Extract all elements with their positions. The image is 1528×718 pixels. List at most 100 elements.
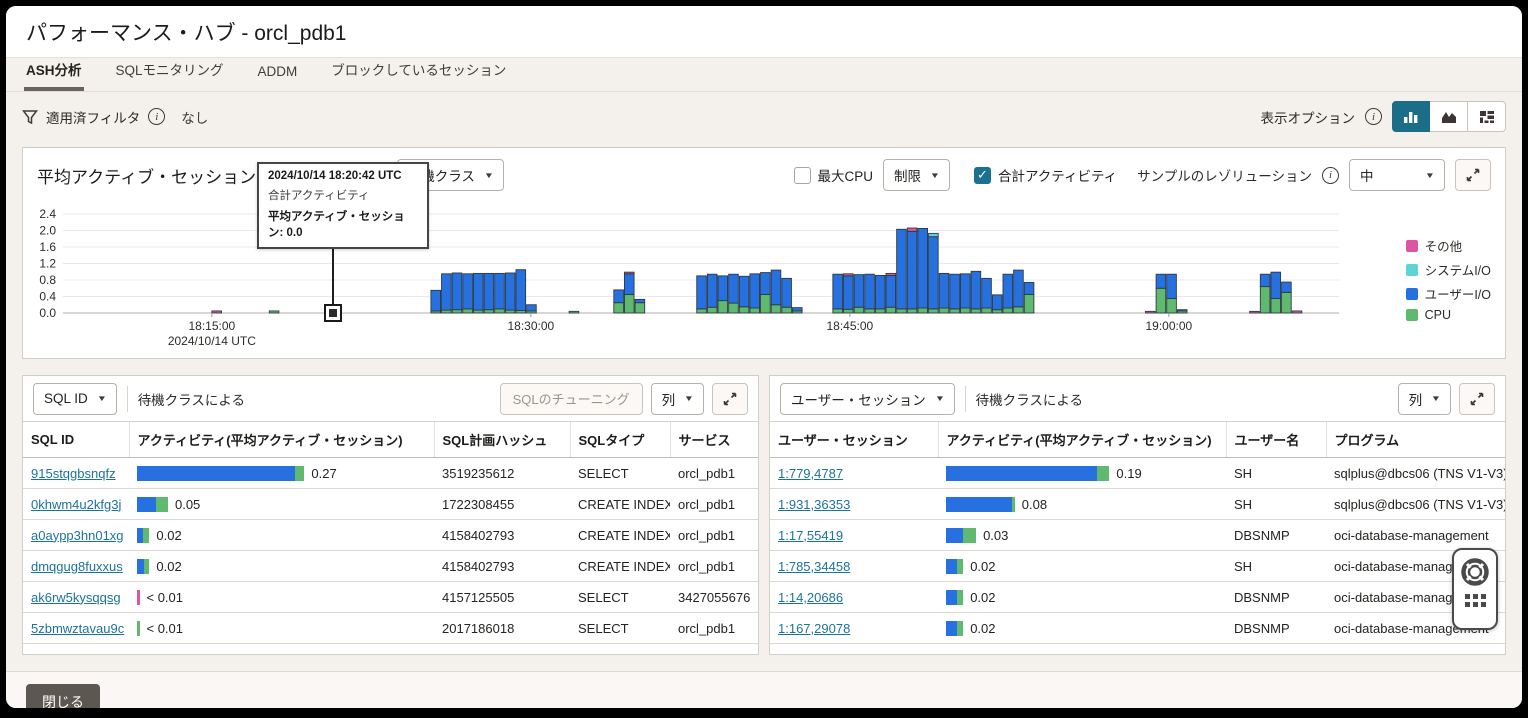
sessions-table-expand-button[interactable] <box>1459 383 1495 415</box>
sessions-table-header-row: ユーザー・セッションアクティビティ(平均アクティブ・セッション)ユーザー名プログ… <box>770 422 1506 458</box>
activity-bar-segment-cpu <box>295 466 304 481</box>
chart-bar <box>569 311 579 313</box>
chart-bar <box>939 273 949 313</box>
x-axis-tick-label: 19:00:00 <box>1146 319 1193 333</box>
sql-id-link[interactable]: 0khwm4u2kfg3j <box>31 497 121 512</box>
sql-table-expand-button[interactable] <box>712 383 748 415</box>
chart-bar <box>897 229 907 313</box>
activity-value: 0.02 <box>970 621 995 636</box>
floating-help-widget[interactable] <box>1452 548 1498 630</box>
table-row: 1:167,290780.02DBSNMPoci-database-manage… <box>770 613 1506 644</box>
treemap-view-button[interactable] <box>1468 101 1506 132</box>
activity-bar-segment-user_io <box>946 466 1097 481</box>
divider <box>965 386 966 412</box>
activity-bar-segment-cpu <box>1012 497 1015 512</box>
legend-swatch <box>1406 264 1418 276</box>
chart-bar <box>697 276 707 313</box>
activity-bar <box>137 621 140 636</box>
activity-value: < 0.01 <box>147 590 184 605</box>
page-title: パフォーマンス・ハブ - orcl_pdb1 <box>26 17 346 47</box>
column-header[interactable]: サービス <box>670 422 759 458</box>
time-marker-handle[interactable] <box>324 304 342 322</box>
column-header[interactable]: プログラム <box>1326 422 1506 458</box>
session-link[interactable]: 1:931,36353 <box>778 497 850 512</box>
tab-ash-analytics[interactable]: ASH分析 <box>24 53 84 91</box>
sql-id-link[interactable]: 5zbmwztavau9c <box>31 621 124 636</box>
y-axis-tick-label: 1.6 <box>39 240 56 254</box>
chart-bar <box>212 311 222 313</box>
sql-id-link[interactable]: a0aypp3hn01xg <box>31 528 124 543</box>
table-cell: 1722308455 <box>434 489 570 520</box>
area-chart-view-button[interactable] <box>1430 101 1468 132</box>
legend-item-system_io: システムI/O <box>1406 260 1491 279</box>
activity-value: 0.05 <box>175 497 200 512</box>
life-ring-help-icon[interactable] <box>1460 557 1490 587</box>
bar-chart-view-button[interactable] <box>1392 101 1430 132</box>
sessions-dimension-dropdown[interactable]: ユーザー・セッション▼ <box>780 383 955 415</box>
activity-bar <box>946 621 963 636</box>
app-launcher-dots-icon[interactable] <box>1465 594 1486 607</box>
column-header[interactable]: アクティビティ(平均アクティブ・セッション) <box>129 422 434 458</box>
applied-filter-info-icon[interactable]: i <box>148 108 165 125</box>
tab-addm[interactable]: ADDM <box>256 58 300 91</box>
tab-blocking-sessions[interactable]: ブロックしているセッション <box>329 53 508 91</box>
activity-bar-segment-cpu <box>1097 466 1110 481</box>
table-row: ak6rw5kysqqsg< 0.014157125505SELECT34270… <box>23 582 759 613</box>
sql-table-panel: SQL ID▼ 待機クラスによる SQLのチューニング 列▼ SQL IDアクテ… <box>22 375 759 655</box>
sql-id-link[interactable]: dmqgug8fuxxus <box>31 559 123 574</box>
activity-bar <box>137 497 168 512</box>
session-link[interactable]: 1:785,34458 <box>778 559 850 574</box>
activity-bar-segment-cpu <box>144 559 149 574</box>
sql-tuning-button[interactable]: SQLのチューニング <box>500 383 643 415</box>
tab-sql-monitoring[interactable]: SQLモニタリング <box>114 53 226 91</box>
chart-bar <box>505 273 515 313</box>
activity-bar-segment-user_io <box>137 559 144 574</box>
session-link[interactable]: 1:14,20686 <box>778 590 843 605</box>
table-cell: 2017186018 <box>434 613 570 644</box>
chart-bar <box>516 270 526 313</box>
chart-legend: その他システムI/OユーザーI/OCPU <box>1406 236 1491 322</box>
chart-bar <box>718 276 728 313</box>
chart-bar <box>761 273 771 313</box>
chart-bar <box>484 273 494 313</box>
tooltip-timestamp: 2024/10/14 18:20:42 UTC <box>268 170 418 182</box>
sql-id-link[interactable]: ak6rw5kysqqsg <box>31 590 121 605</box>
display-options-info-icon[interactable]: i <box>1365 108 1382 125</box>
tab-bar: ASH分析 SQLモニタリング ADDM ブロックしているセッション <box>6 58 1522 92</box>
ash-activity-chart[interactable]: 0.00.40.81.21.62.02.418:15:002024/10/14 … <box>23 148 1522 358</box>
chart-bar <box>771 270 781 313</box>
activity-bar-segment-user_io <box>946 621 957 636</box>
sql-dimension-dropdown[interactable]: SQL ID▼ <box>33 383 117 415</box>
session-link[interactable]: 1:167,29078 <box>778 621 850 636</box>
table-cell: 3519235612 <box>434 458 570 489</box>
session-link[interactable]: 1:17,55419 <box>778 528 843 543</box>
table-row: 1:785,344580.02SHoci-database-manag <box>770 551 1506 582</box>
chart-bar <box>1014 270 1024 313</box>
column-header[interactable]: ユーザー名 <box>1226 422 1326 458</box>
activity-bar-segment-user_io <box>137 497 156 512</box>
table-row: dmqgug8fuxxus0.024158402793CREATE INDEXo… <box>23 551 759 582</box>
activity-value: 0.02 <box>156 528 181 543</box>
close-button[interactable]: 閉じる <box>26 684 100 709</box>
activity-bar <box>946 559 963 574</box>
activity-bar <box>946 466 1109 481</box>
column-header[interactable]: ユーザー・セッション <box>770 422 938 458</box>
sessions-columns-dropdown[interactable]: 列▼ <box>1398 383 1451 415</box>
column-header[interactable]: SQLタイプ <box>570 422 670 458</box>
chart-bar <box>729 274 739 313</box>
column-header[interactable]: SQL計画ハッシュ <box>434 422 570 458</box>
sql-id-link[interactable]: 915stqgbsnqfz <box>31 466 116 481</box>
legend-label: CPU <box>1425 308 1451 322</box>
sql-columns-dropdown[interactable]: 列▼ <box>651 383 704 415</box>
detail-tables: SQL ID▼ 待機クラスによる SQLのチューニング 列▼ SQL IDアクテ… <box>22 375 1506 655</box>
sql-table-header-row: SQL IDアクティビティ(平均アクティブ・セッション)SQL計画ハッシュSQL… <box>23 422 759 458</box>
y-axis-tick-label: 1.2 <box>39 257 56 271</box>
column-header[interactable]: SQL ID <box>23 422 129 458</box>
chart-bar <box>886 273 896 313</box>
applied-filter-label: 適用済フィルタ <box>46 107 140 127</box>
activity-bar-segment-cpu <box>143 528 149 543</box>
column-header[interactable]: アクティビティ(平均アクティブ・セッション) <box>938 422 1226 458</box>
filter-funnel-icon <box>22 109 38 125</box>
table-cell: orcl_pdb1 <box>670 551 759 582</box>
session-link[interactable]: 1:779,4787 <box>778 466 843 481</box>
